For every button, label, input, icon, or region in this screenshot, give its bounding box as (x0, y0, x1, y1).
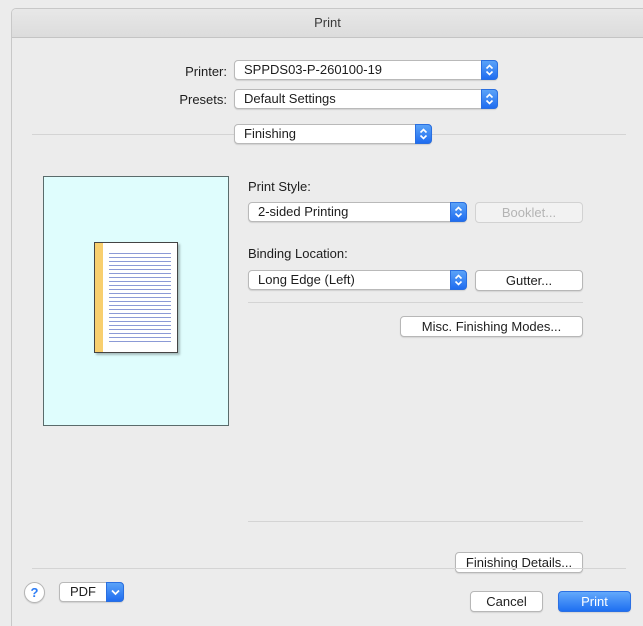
binding-location-label: Binding Location: (248, 246, 348, 261)
separator (248, 302, 583, 303)
print-style-select[interactable]: 2-sided Printing (248, 202, 467, 222)
finishing-details-button[interactable]: Finishing Details... (455, 552, 583, 573)
presets-select-value: Default Settings (244, 91, 336, 106)
separator (32, 568, 626, 569)
print-dialog: Print Printer: SPPDS03-P-260100-19 Prese… (11, 8, 643, 626)
printer-select-value: SPPDS03-P-260100-19 (244, 62, 383, 77)
separator (248, 521, 583, 522)
binding-location-select-value: Long Edge (Left) (258, 272, 355, 287)
updown-chevron-icon (481, 89, 498, 109)
booklet-button[interactable]: Booklet... (475, 202, 583, 223)
window-title: Print (12, 9, 643, 38)
presets-select[interactable]: Default Settings (234, 89, 498, 109)
page-preview (43, 176, 229, 426)
cancel-button[interactable]: Cancel (470, 591, 543, 612)
printer-select[interactable]: SPPDS03-P-260100-19 (234, 60, 498, 80)
panel-select[interactable]: Finishing (234, 124, 432, 144)
updown-chevron-icon (450, 270, 467, 290)
preview-page (94, 242, 178, 353)
misc-finishing-modes-button[interactable]: Misc. Finishing Modes... (400, 316, 583, 337)
updown-chevron-icon (481, 60, 498, 80)
binding-location-select[interactable]: Long Edge (Left) (248, 270, 467, 290)
updown-chevron-icon (450, 202, 467, 222)
printer-label: Printer: (185, 64, 227, 79)
pdf-menu-button[interactable]: PDF (59, 582, 124, 602)
panel-select-value: Finishing (244, 126, 297, 141)
print-style-label: Print Style: (248, 179, 311, 194)
updown-chevron-icon (415, 124, 432, 144)
pdf-label: PDF (70, 584, 96, 599)
presets-label: Presets: (179, 92, 227, 107)
question-mark-icon: ? (30, 585, 39, 600)
gutter-button[interactable]: Gutter... (475, 270, 583, 291)
print-style-select-value: 2-sided Printing (258, 204, 349, 219)
help-button[interactable]: ? (24, 582, 45, 603)
print-button[interactable]: Print (558, 591, 631, 612)
binding-edge-marker (95, 243, 103, 352)
text-lines (109, 253, 171, 345)
chevron-down-icon (106, 582, 124, 602)
